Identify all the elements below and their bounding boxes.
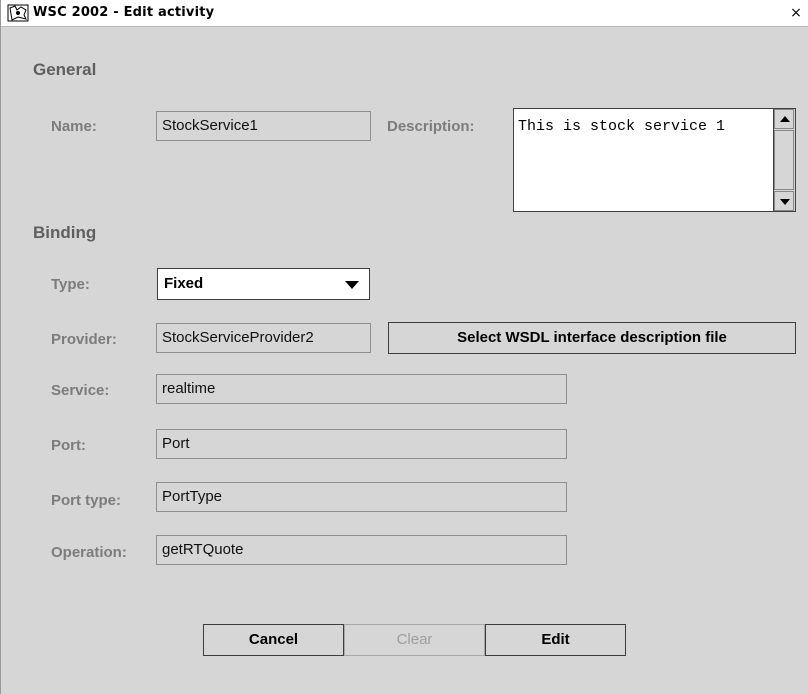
provider-label: Provider: <box>51 331 117 348</box>
binding-heading: Binding <box>33 223 97 242</box>
operation-field[interactable]: getRTQuote <box>156 535 567 565</box>
window-title: WSC 2002 - Edit activity <box>33 5 215 20</box>
arrow-up-icon <box>780 116 790 122</box>
name-label: Name: <box>51 118 97 135</box>
type-select[interactable]: Fixed <box>157 268 370 300</box>
general-heading: General <box>33 60 97 79</box>
description-text: This is stock service 1 <box>518 118 726 135</box>
port-field[interactable]: Port <box>156 429 567 459</box>
title-bar[interactable]: WSC 2002 - Edit activity × <box>1 0 808 27</box>
edit-activity-window: WSC 2002 - Edit activity × General Name:… <box>0 0 808 694</box>
port-type-label: Port type: <box>51 492 122 509</box>
chevron-down-icon <box>345 281 359 289</box>
service-field[interactable]: realtime <box>156 374 567 404</box>
operation-label: Operation: <box>51 544 127 561</box>
cancel-button[interactable]: Cancel <box>203 624 344 656</box>
scroll-up-button[interactable] <box>774 109 794 129</box>
name-field[interactable]: StockService1 <box>156 111 371 141</box>
description-textarea[interactable]: This is stock service 1 <box>513 108 796 212</box>
provider-field[interactable]: StockServiceProvider2 <box>156 323 371 353</box>
port-label: Port: <box>51 437 86 454</box>
description-scrollbar[interactable] <box>773 109 795 211</box>
scroll-down-button[interactable] <box>774 191 794 211</box>
type-label: Type: <box>51 276 90 293</box>
type-select-value: Fixed <box>164 275 204 292</box>
window-logo-icon <box>7 4 29 22</box>
scroll-thumb[interactable] <box>774 130 794 190</box>
close-icon[interactable]: × <box>788 5 804 21</box>
port-type-field[interactable]: PortType <box>156 482 567 512</box>
description-label: Description: <box>387 118 475 135</box>
service-label: Service: <box>51 382 110 399</box>
select-wsdl-button[interactable]: Select WSDL interface description file <box>388 322 796 354</box>
edit-button[interactable]: Edit <box>485 624 626 656</box>
arrow-down-icon <box>780 199 790 205</box>
clear-button[interactable]: Clear <box>344 624 485 656</box>
